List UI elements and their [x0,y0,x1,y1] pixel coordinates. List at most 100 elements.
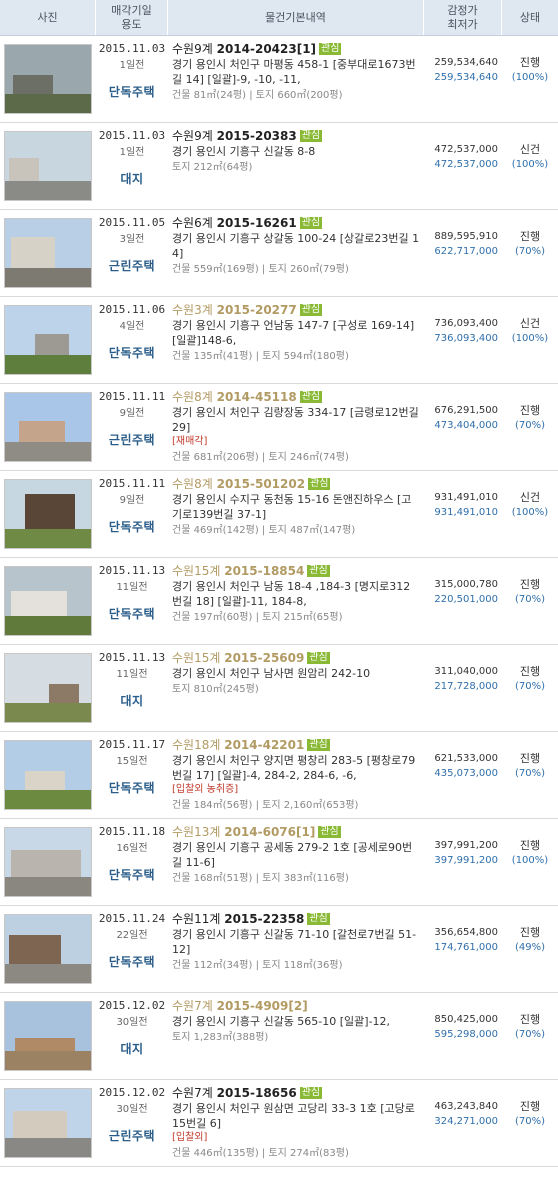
case-line[interactable]: 수원6계 2015-16261 관심 [172,216,420,231]
table-row[interactable]: 2015.11.11 9일전 근린주택 수원8계 2014-45118 관심 경기 용인시… [0,384,558,471]
property-photo[interactable] [4,566,92,636]
case-number[interactable]: 2015-25609 [224,651,304,665]
sale-date: 2015.11.03 [98,129,166,142]
case-number[interactable]: 2015-20277 [217,303,297,317]
sale-date: 2015.11.11 [98,477,166,490]
photo-sky [5,741,91,769]
case-line[interactable]: 수원15계 2015-18854 관심 [172,564,420,579]
case-line[interactable]: 수원18계 2014-42201 관심 [172,738,420,753]
status-badge: 진행 [519,839,541,852]
sale-date: 2015.11.03 [98,42,166,55]
usage-type: 단독주택 [108,868,156,882]
property-photo[interactable] [4,653,92,723]
case-number[interactable]: 2014-45118 [217,390,297,404]
photo-sky [5,132,91,160]
interest-badge[interactable]: 관심 [307,913,330,925]
property-photo[interactable] [4,1088,92,1158]
sale-date: 2015.11.24 [98,912,166,925]
table-row[interactable]: 2015.11.13 11일전 대지 수원15계 2015-25609 관심 경기 용인시… [0,645,558,732]
minimum-price: 217,728,000 [434,681,498,692]
interest-badge[interactable]: 관심 [318,826,341,838]
table-row[interactable]: 2015.12.02 30일전 대지 수원7계 2015-4909[2] 경기 용인시 … [0,993,558,1080]
special-note: [재매각] [172,436,208,447]
case-line[interactable]: 수원9계 2015-20383 관심 [172,129,420,144]
property-photo[interactable] [4,392,92,462]
status-cell: 신건 (100%) [502,471,558,557]
photo-ground [5,267,91,287]
table-row[interactable]: 2015.11.03 1일전 단독주택 수원9계 2014-20423[1] 관심 경기 … [0,36,558,123]
status-badge: 신건 [519,491,541,504]
case-line[interactable]: 수원8계 2014-45118 관심 [172,390,420,405]
interest-badge[interactable]: 관심 [299,391,323,403]
table-row[interactable]: 2015.11.11 9일전 단독주택 수원8계 2015-501202 관심 경기 용인… [0,471,558,558]
area-info: 건물 197㎡(60평) | 토지 215㎡(65평) [172,612,343,623]
area-info: 건물 135㎡(41평) | 토지 594㎡(180평) [172,351,349,362]
case-number[interactable]: 2015-18656 [217,1086,297,1100]
status-badge: 진행 [519,665,541,678]
case-number[interactable]: 2015-20383 [217,129,297,143]
header-appraisal-label: 감정가 [447,3,478,17]
days-until: 15일전 [116,756,148,767]
status-badge: 신건 [519,143,541,156]
area-info: 건물 184㎡(56평) | 토지 2,160㎡(653평) [172,800,359,811]
case-line[interactable]: 수원3계 2015-20277 관심 [172,303,420,318]
case-number[interactable]: 2014-6076[1] [224,825,315,839]
minimum-price: 931,491,010 [434,507,498,518]
appraisal-price: 397,991,200 [434,840,498,851]
case-line[interactable]: 수원11계 2015-22358 관심 [172,912,420,927]
usage-type: 대지 [120,1042,144,1056]
table-row[interactable]: 2015.11.17 15일전 단독주택 수원18계 2014-42201 관심 경기 용… [0,732,558,819]
property-photo[interactable] [4,131,92,201]
days-until: 30일전 [116,1017,148,1028]
status-badge: 진행 [519,404,541,417]
photo-sky [5,45,91,73]
case-line[interactable]: 수원13계 2014-6076[1] 관심 [172,825,420,840]
table-row[interactable]: 2015.11.05 3일전 근린주택 수원6계 2015-16261 관심 경기 용인시… [0,210,558,297]
minimum-price: 473,404,000 [434,420,498,431]
case-line[interactable]: 수원7계 2015-18656 관심 [172,1086,420,1101]
case-number[interactable]: 2015-18854 [224,564,304,578]
interest-badge[interactable]: 관심 [308,478,331,490]
table-row[interactable]: 2015.11.18 16일전 단독주택 수원13계 2014-6076[1] 관심 경기… [0,819,558,906]
case-number[interactable]: 2015-501202 [217,477,305,491]
case-number[interactable]: 2015-16261 [217,216,297,230]
property-photo[interactable] [4,1001,92,1071]
status-cell: 진행 (49%) [502,906,558,992]
interest-badge[interactable]: 관심 [307,739,330,751]
case-number[interactable]: 2014-42201 [224,738,304,752]
minimum-percent: (70%) [514,768,546,779]
area-info: 건물 469㎡(142평) | 토지 487㎡(147평) [172,525,356,536]
table-row[interactable]: 2015.11.03 1일전 대지 수원9계 2015-20383 관심 경기 용인시 기… [0,123,558,210]
court-name: 수원9계 [172,42,213,56]
interest-badge[interactable]: 관심 [299,304,323,316]
interest-badge[interactable]: 관심 [307,565,330,577]
description-cell: 수원13계 2014-6076[1] 관심 경기 용인시 기흥구 공세동 279-2… [168,819,424,905]
property-address: 경기 용인시 기흥구 공세동 279-2 1호 [공세로90번길 11-6] [172,841,413,869]
table-row[interactable]: 2015.11.06 4일전 단독주택 수원3계 2015-20277 관심 경기 용인시… [0,297,558,384]
case-number[interactable]: 2015-4909[2] [217,999,308,1013]
date-cell: 2015.11.17 15일전 단독주택 [96,732,168,818]
interest-badge[interactable]: 관심 [299,1087,323,1099]
property-photo[interactable] [4,827,92,897]
property-photo[interactable] [4,914,92,984]
property-photo[interactable] [4,305,92,375]
court-name: 수원15계 [172,564,221,578]
property-photo[interactable] [4,218,92,288]
interest-badge[interactable]: 관심 [307,652,330,664]
property-photo[interactable] [4,44,92,114]
table-row[interactable]: 2015.12.02 30일전 근린주택 수원7계 2015-18656 관심 경기 용인… [0,1080,558,1167]
case-number[interactable]: 2014-20423[1] [217,42,316,56]
interest-badge[interactable]: 관심 [299,217,323,229]
case-line[interactable]: 수원9계 2014-20423[1] 관심 [172,42,420,57]
table-row[interactable]: 2015.11.24 22일전 단독주택 수원11계 2015-22358 관심 경기 용… [0,906,558,993]
interest-badge[interactable]: 관심 [319,43,342,55]
case-line[interactable]: 수원8계 2015-501202 관심 [172,477,420,492]
property-photo[interactable] [4,479,92,549]
case-line[interactable]: 수원7계 2015-4909[2] [172,999,420,1014]
interest-badge[interactable]: 관심 [299,130,323,142]
case-number[interactable]: 2015-22358 [224,912,304,926]
price-cell: 850,425,000 595,298,000 [424,993,502,1079]
case-line[interactable]: 수원15계 2015-25609 관심 [172,651,420,666]
property-photo[interactable] [4,740,92,810]
table-row[interactable]: 2015.11.13 11일전 단독주택 수원15계 2015-18854 관심 경기 용… [0,558,558,645]
